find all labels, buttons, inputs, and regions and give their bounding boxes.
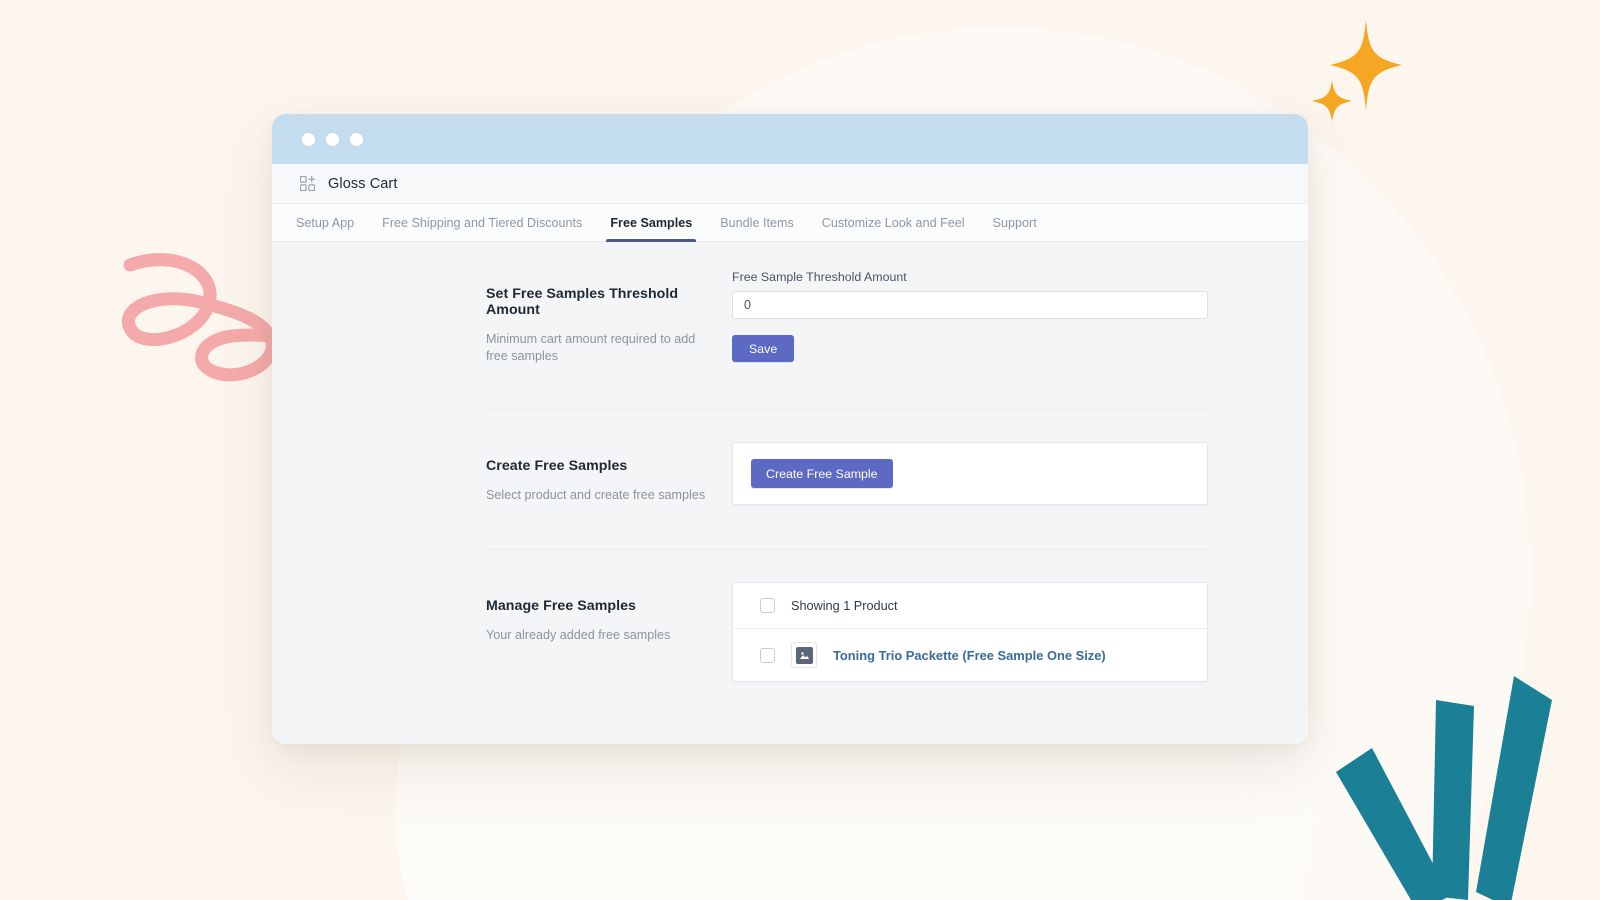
tab-free-shipping-and-tiered-discounts[interactable]: Free Shipping and Tiered Discounts <box>368 204 596 241</box>
teal-rays-decoration <box>1336 676 1552 900</box>
section-create-title: Create Free Samples <box>486 458 628 474</box>
section-threshold-description-column: Set Free Samples Threshold Amount Minimu… <box>486 270 732 365</box>
spacer-after-threshold <box>272 365 1308 409</box>
tab-free-samples[interactable]: Free Samples <box>596 204 706 242</box>
section-threshold-form-column: Free Sample Threshold Amount Save <box>732 270 1208 362</box>
window-minimize-dot[interactable] <box>326 132 339 146</box>
section-create-description: Select product and create free samples <box>486 488 706 502</box>
threshold-field-label: Free Sample Threshold Amount <box>732 270 907 284</box>
tab-setup-app[interactable]: Setup App <box>282 204 368 241</box>
section-create-description-column: Create Free Samples Select product and c… <box>486 442 732 504</box>
threshold-amount-input[interactable] <box>732 291 1208 319</box>
tab-bar: Setup App Free Shipping and Tiered Disco… <box>272 204 1308 242</box>
window-titlebar <box>272 114 1308 164</box>
list-header-row: Showing 1 Product <box>733 583 1207 629</box>
create-free-sample-panel: Create Free Sample <box>732 442 1208 505</box>
section-manage-free-samples: Manage Free Samples Your already added f… <box>272 582 1308 682</box>
free-samples-list-panel: Showing 1 Product Toning Trio Packette (… <box>732 582 1208 682</box>
section-manage-description-column: Manage Free Samples Your already added f… <box>486 582 732 644</box>
grid-plus-icon <box>300 176 315 191</box>
image-placeholder-icon <box>795 646 813 664</box>
pink-squiggle-decoration <box>122 253 298 382</box>
save-button[interactable]: Save <box>732 335 795 362</box>
list-header-label: Showing 1 Product <box>791 598 898 613</box>
tab-customize-look-and-feel[interactable]: Customize Look and Feel <box>808 204 979 241</box>
product-name-link[interactable]: Toning Trio Packette (Free Sample One Si… <box>833 648 1106 663</box>
create-free-sample-button[interactable]: Create Free Sample <box>751 459 893 488</box>
section-create-free-samples: Create Free Samples Select product and c… <box>272 442 1308 505</box>
table-row[interactable]: Toning Trio Packette (Free Sample One Si… <box>733 629 1207 681</box>
window-close-dot[interactable] <box>302 132 315 146</box>
app-header: Gloss Cart <box>272 164 1308 204</box>
section-create-panel-column: Create Free Sample <box>732 442 1208 505</box>
section-threshold-title: Set Free Samples Threshold Amount <box>486 286 679 318</box>
browser-window: Gloss Cart Setup App Free Shipping and T… <box>272 114 1308 744</box>
section-manage-title: Manage Free Samples <box>486 598 636 614</box>
section-threshold-amount: Set Free Samples Threshold Amount Minimu… <box>272 270 1308 365</box>
product-thumbnail <box>791 642 817 668</box>
product-row-checkbox[interactable] <box>760 647 775 663</box>
section-manage-panel-column: Showing 1 Product Toning Trio Packette (… <box>732 582 1208 682</box>
window-maximize-dot[interactable] <box>350 132 363 146</box>
section-threshold-description: Minimum cart amount required to add free… <box>486 332 696 363</box>
main-content: Set Free Samples Threshold Amount Minimu… <box>272 242 1308 744</box>
section-manage-description: Your already added free samples <box>486 628 671 642</box>
tab-support[interactable]: Support <box>979 204 1051 241</box>
sparkle-star-small-icon <box>1312 80 1352 122</box>
spacer-after-create <box>272 505 1308 549</box>
spacer-before-manage <box>272 550 1308 582</box>
spacer-before-create <box>272 410 1308 442</box>
select-all-checkbox[interactable] <box>760 598 775 613</box>
app-title: Gloss Cart <box>328 175 398 192</box>
tab-bundle-items[interactable]: Bundle Items <box>706 204 808 241</box>
